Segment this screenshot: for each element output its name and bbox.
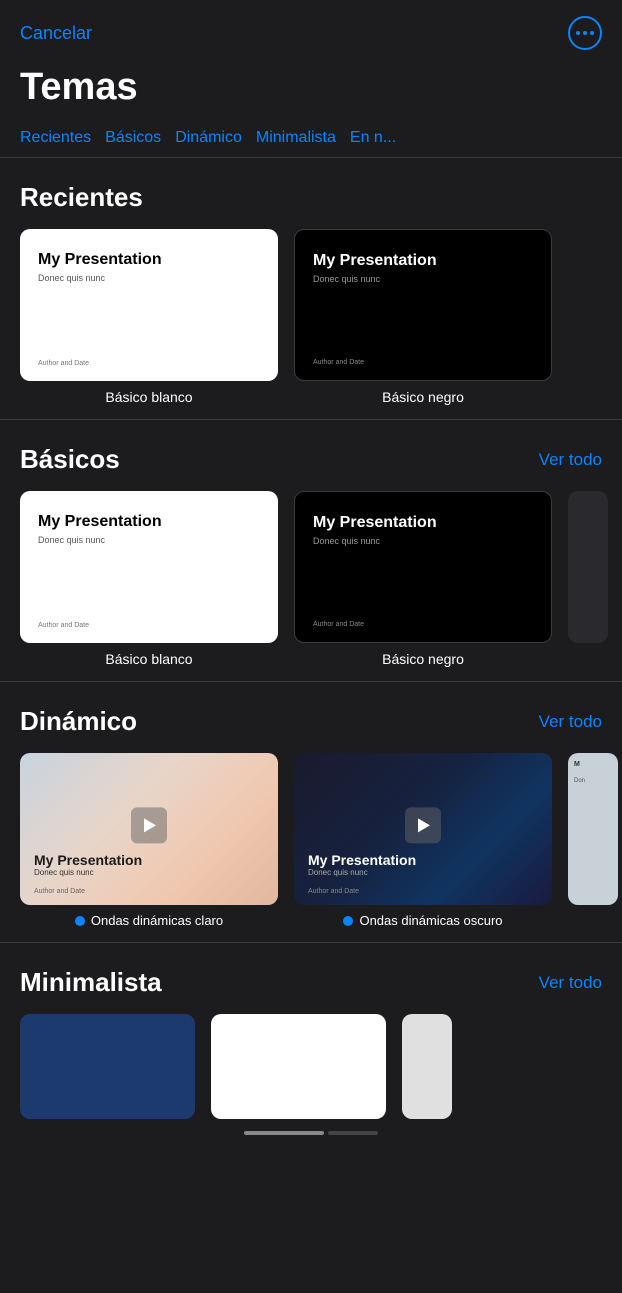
dyn-title-light: My Presentation — [34, 852, 142, 868]
basicos-card-partial[interactable] — [568, 491, 608, 643]
minimalista-card-blue[interactable] — [20, 1014, 195, 1119]
recientes-title: Recientes — [20, 182, 143, 213]
pres-title-basicos-black: My Presentation — [313, 514, 533, 532]
recientes-label-0: Básico blanco — [105, 389, 192, 405]
scroll-bar-active — [244, 1131, 324, 1135]
basicos-section-header: Básicos Ver todo — [20, 444, 602, 475]
recientes-item-0: My Presentation Donec quis nunc Author a… — [20, 229, 278, 405]
tab-dinamico[interactable]: Dinámico — [175, 121, 256, 157]
dyn-content-light: My Presentation Donec quis nunc — [34, 852, 142, 877]
recientes-item-1: My Presentation Donec quis nunc Author a… — [294, 229, 552, 405]
pres-mock-basicos-white: My Presentation Donec quis nunc Author a… — [20, 491, 278, 643]
separator-1 — [0, 419, 622, 420]
dinamico-see-all[interactable]: Ver todo — [539, 712, 602, 732]
dot-icon-1 — [343, 916, 353, 926]
tab-en-n[interactable]: En n... — [350, 121, 410, 157]
pres-subtitle-basicos-white: Donec quis nunc — [38, 535, 260, 545]
separator-2 — [0, 681, 622, 682]
dinamico-label-0: Ondas dinámicas claro — [91, 913, 223, 928]
pres-title-black-0: My Presentation — [313, 252, 533, 270]
basicos-title: Básicos — [20, 444, 120, 475]
page-title: Temas — [0, 58, 622, 121]
dinamico-dot-label-1: Ondas dinámicas oscuro — [343, 913, 502, 928]
pres-title-white-0: My Presentation — [38, 251, 260, 269]
tab-minimalista[interactable]: Minimalista — [256, 121, 350, 157]
basicos-see-all[interactable]: Ver todo — [539, 450, 602, 470]
basicos-section: Básicos Ver todo My Presentation Donec q… — [0, 424, 622, 677]
play-icon-light — [131, 807, 167, 843]
minimalista-thumbs-row — [20, 1014, 602, 1119]
basicos-card-black[interactable]: My Presentation Donec quis nunc Author a… — [294, 491, 552, 643]
more-dots-icon — [576, 31, 594, 35]
pres-mock-basicos-black: My Presentation Donec quis nunc Author a… — [295, 492, 551, 642]
dyn-author-dark: Author and Date — [308, 888, 359, 895]
minimalista-card-partial[interactable] — [402, 1014, 452, 1119]
dyn-partial-text: M — [568, 753, 618, 776]
dinamico-card-partial[interactable]: M Don — [568, 753, 618, 905]
play-icon-dark — [405, 807, 441, 843]
recientes-card-white[interactable]: My Presentation Donec quis nunc Author a… — [20, 229, 278, 381]
minimalista-see-all[interactable]: Ver todo — [539, 973, 602, 993]
dyn-sub-dark: Donec quis nunc — [308, 868, 416, 877]
pres-subtitle-black-0: Donec quis nunc — [313, 274, 533, 284]
dinamico-dot-label-0: Ondas dinámicas claro — [75, 913, 223, 928]
header: Cancelar — [0, 0, 622, 58]
dot-icon-0 — [75, 916, 85, 926]
minimalista-card-white[interactable] — [211, 1014, 386, 1119]
minimalista-section: Minimalista Ver todo — [0, 947, 622, 1145]
tab-recientes[interactable]: Recientes — [20, 121, 105, 157]
basicos-item-2 — [568, 491, 608, 667]
recientes-label-1: Básico negro — [382, 389, 464, 405]
basicos-thumbs-row: My Presentation Donec quis nunc Author a… — [20, 491, 602, 667]
dinamico-item-0: My Presentation Donec quis nunc Author a… — [20, 753, 278, 928]
dyn-author-light: Author and Date — [34, 888, 85, 895]
recientes-card-black[interactable]: My Presentation Donec quis nunc Author a… — [294, 229, 552, 381]
dyn-title-dark: My Presentation — [308, 852, 416, 868]
recientes-thumbs-row: My Presentation Donec quis nunc Author a… — [20, 229, 602, 405]
pres-mock-black: My Presentation Donec quis nunc Author a… — [295, 230, 551, 380]
dyn-content-dark: My Presentation Donec quis nunc — [308, 852, 416, 877]
dinamico-item-2: M Don — [568, 753, 618, 928]
dinamico-card-dark[interactable]: My Presentation Donec quis nunc Author a… — [294, 753, 552, 905]
tab-bar: Recientes Básicos Dinámico Minimalista E… — [0, 121, 622, 158]
more-options-button[interactable] — [568, 16, 602, 50]
basicos-item-0: My Presentation Donec quis nunc Author a… — [20, 491, 278, 667]
pres-subtitle-basicos-black: Donec quis nunc — [313, 536, 533, 546]
pres-title-basicos-white: My Presentation — [38, 513, 260, 531]
basicos-label-1: Básico negro — [382, 651, 464, 667]
dinamico-section-header: Dinámico Ver todo — [20, 706, 602, 737]
scroll-indicator — [20, 1131, 602, 1135]
pres-mock-white: My Presentation Donec quis nunc Author a… — [20, 229, 278, 381]
minimalista-title: Minimalista — [20, 967, 162, 998]
dinamico-section: Dinámico Ver todo My Presentation Donec … — [0, 686, 622, 938]
dinamico-item-1: My Presentation Donec quis nunc Author a… — [294, 753, 552, 928]
dinamico-card-light[interactable]: My Presentation Donec quis nunc Author a… — [20, 753, 278, 905]
basicos-item-1: My Presentation Donec quis nunc Author a… — [294, 491, 552, 667]
dinamico-label-1: Ondas dinámicas oscuro — [359, 913, 502, 928]
play-triangle-light — [144, 818, 156, 832]
tab-basicos[interactable]: Básicos — [105, 121, 175, 157]
play-triangle-dark — [418, 818, 430, 832]
separator-3 — [0, 942, 622, 943]
pres-author-basicos-black: Author and Date — [313, 621, 533, 628]
recientes-section: Recientes My Presentation Donec quis nun… — [0, 162, 622, 415]
dyn-partial-sub: Don — [568, 776, 618, 786]
scroll-bar-inactive — [328, 1131, 378, 1135]
dinamico-thumbs-row: My Presentation Donec quis nunc Author a… — [20, 753, 602, 928]
dyn-sub-light: Donec quis nunc — [34, 868, 142, 877]
basicos-label-0: Básico blanco — [105, 651, 192, 667]
basicos-card-white[interactable]: My Presentation Donec quis nunc Author a… — [20, 491, 278, 643]
pres-author-black-0: Author and Date — [313, 359, 533, 366]
cancel-button[interactable]: Cancelar — [20, 23, 92, 44]
pres-subtitle-white-0: Donec quis nunc — [38, 273, 260, 283]
recientes-section-header: Recientes — [20, 182, 602, 213]
pres-author-white-0: Author and Date — [38, 360, 260, 367]
minimalista-section-header: Minimalista Ver todo — [20, 967, 602, 998]
pres-author-basicos-white: Author and Date — [38, 622, 260, 629]
dinamico-title: Dinámico — [20, 706, 137, 737]
